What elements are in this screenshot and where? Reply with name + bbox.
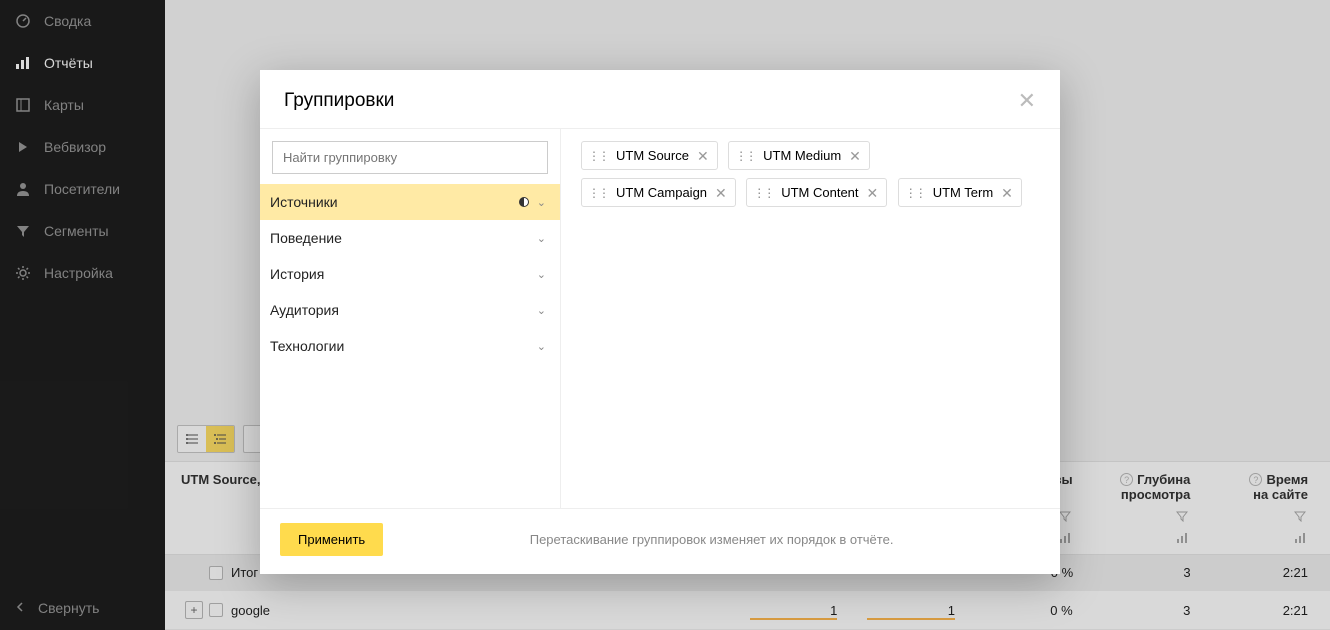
drag-handle-icon[interactable]: ⋮⋮ xyxy=(735,149,755,163)
drag-handle-icon[interactable]: ⋮⋮ xyxy=(905,186,925,200)
remove-tag-icon[interactable]: ✕ xyxy=(1001,186,1013,200)
modal-footer: Применить Перетаскивание группировок изм… xyxy=(260,508,1060,574)
chevron-down-icon: ⌄ xyxy=(537,196,546,209)
modal-header: Группировки ✕ xyxy=(260,70,1060,128)
remove-tag-icon[interactable]: ✕ xyxy=(867,186,879,200)
remove-tag-icon[interactable]: ✕ xyxy=(715,186,727,200)
category-history[interactable]: История ⌄ xyxy=(260,256,560,292)
category-behavior[interactable]: Поведение ⌄ xyxy=(260,220,560,256)
modal-title: Группировки xyxy=(284,90,394,112)
grouping-tag[interactable]: ⋮⋮UTM Source✕ xyxy=(581,141,718,170)
remove-tag-icon[interactable]: ✕ xyxy=(849,149,861,163)
footer-hint: Перетаскивание группировок изменяет их п… xyxy=(383,532,1040,547)
chevron-down-icon: ⌄ xyxy=(537,268,546,281)
chevron-down-icon: ⌄ xyxy=(537,340,546,353)
category-audience[interactable]: Аудитория ⌄ xyxy=(260,292,560,328)
close-icon[interactable]: ✕ xyxy=(1018,90,1036,112)
grouping-tag[interactable]: ⋮⋮UTM Term✕ xyxy=(898,178,1022,207)
search-input[interactable] xyxy=(272,141,548,174)
groupings-modal: Группировки ✕ Источники ⌄ Поведение ⌄ Ис… xyxy=(260,70,1060,574)
selected-groupings: ⋮⋮UTM Source✕ ⋮⋮UTM Medium✕ ⋮⋮UTM Campai… xyxy=(560,129,1060,508)
grouping-tag[interactable]: ⋮⋮UTM Content✕ xyxy=(746,178,887,207)
category-technology[interactable]: Технологии ⌄ xyxy=(260,328,560,364)
chevron-down-icon: ⌄ xyxy=(537,232,546,245)
drag-handle-icon[interactable]: ⋮⋮ xyxy=(588,149,608,163)
partial-indicator-icon xyxy=(519,197,529,207)
category-sources[interactable]: Источники ⌄ xyxy=(260,184,560,220)
remove-tag-icon[interactable]: ✕ xyxy=(697,149,709,163)
drag-handle-icon[interactable]: ⋮⋮ xyxy=(588,186,608,200)
grouping-tag[interactable]: ⋮⋮UTM Campaign✕ xyxy=(581,178,736,207)
drag-handle-icon[interactable]: ⋮⋮ xyxy=(753,186,773,200)
grouping-tag[interactable]: ⋮⋮UTM Medium✕ xyxy=(728,141,870,170)
category-panel: Источники ⌄ Поведение ⌄ История ⌄ Аудито… xyxy=(260,129,560,508)
apply-button[interactable]: Применить xyxy=(280,523,383,556)
chevron-down-icon: ⌄ xyxy=(537,304,546,317)
